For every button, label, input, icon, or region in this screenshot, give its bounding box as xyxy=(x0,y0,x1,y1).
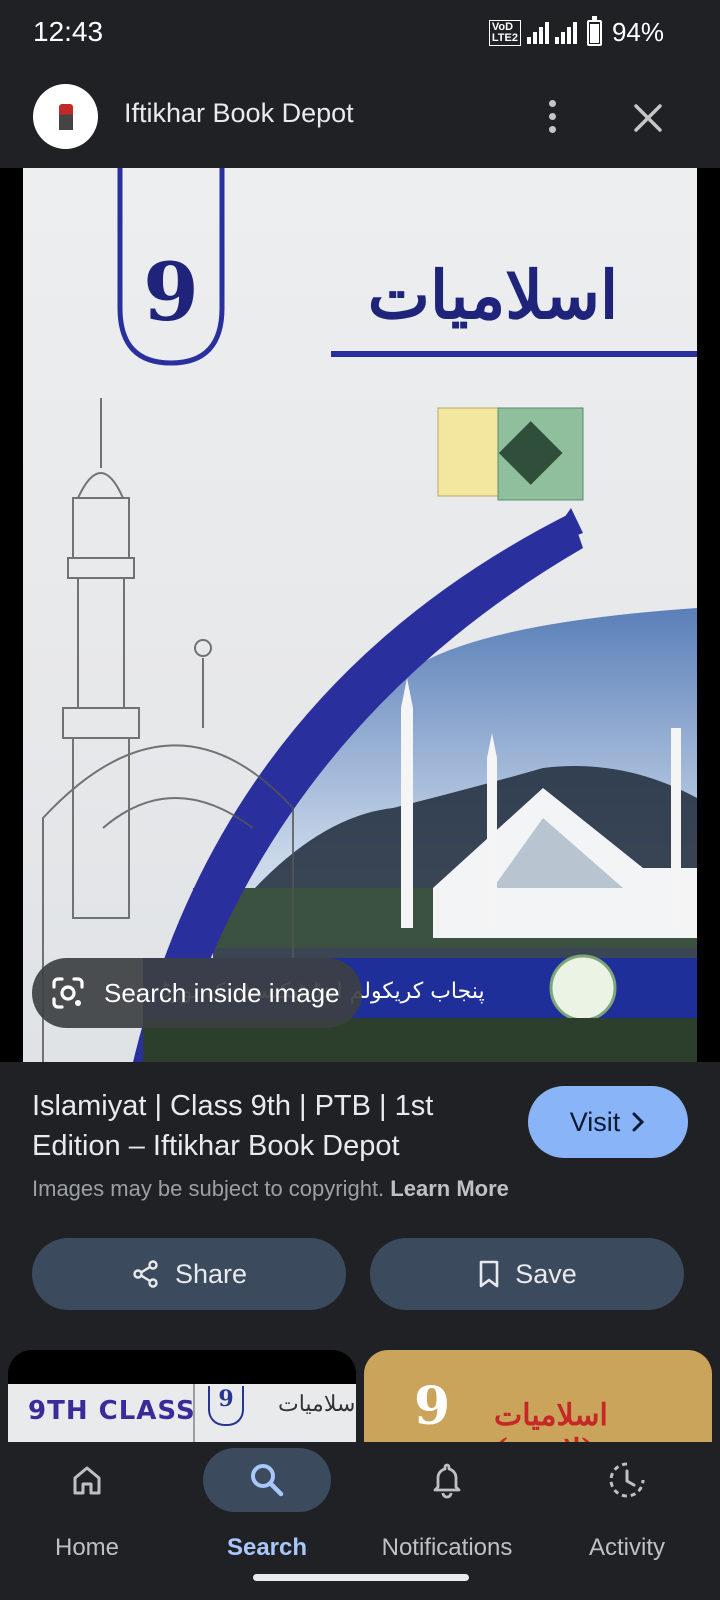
bookmark-icon xyxy=(479,1260,499,1288)
battery-percent: 94% xyxy=(611,17,664,47)
home-icon xyxy=(73,1466,101,1495)
thumb-label: 9TH CLASS xyxy=(28,1396,196,1426)
activity-icon xyxy=(609,1462,645,1498)
book-cover-image: 9 اسلامیات پنجاب کریکولم xyxy=(23,168,697,1062)
nav-activity-label: Activity xyxy=(588,1534,665,1561)
more-vert-icon[interactable] xyxy=(535,92,569,140)
book-cover-art: 9 اسلامیات پنجاب کریکولم xyxy=(42,168,697,1062)
signal-icon xyxy=(526,21,549,44)
result-title[interactable]: Islamiyat | Class 9th | PTB | 1st Editio… xyxy=(32,1086,492,1166)
save-label: Save xyxy=(515,1258,577,1289)
save-button[interactable]: Save xyxy=(370,1238,684,1310)
search-inside-image-button[interactable]: Search inside image xyxy=(32,958,362,1028)
learn-more-link[interactable]: Learn More xyxy=(390,1176,509,1201)
related-image-1[interactable]: 9TH CLASS 9 اسلامیات xyxy=(8,1350,356,1442)
status-time: 12:43 xyxy=(33,16,104,47)
related-image-2[interactable]: 9 اسلامیات (لازمی) xyxy=(364,1350,712,1442)
cover-number: 9 xyxy=(143,245,199,339)
thumb-urdu: اسلامیات xyxy=(278,1392,356,1417)
nav-notifications[interactable]: Notifications xyxy=(360,1442,540,1572)
share-icon xyxy=(133,1260,158,1288)
nav-notifications-label: Notifications xyxy=(381,1534,513,1561)
bell-icon xyxy=(433,1463,461,1499)
close-icon xyxy=(634,104,662,132)
header: Iftikhar Book Depot xyxy=(0,66,720,168)
volte-badge: VoD LTE2 xyxy=(488,19,521,46)
status-indicators: VoD LTE2 94% xyxy=(488,15,664,48)
close-button[interactable] xyxy=(624,94,672,142)
site-title[interactable]: Iftikhar Book Depot xyxy=(124,98,354,129)
site-avatar[interactable] xyxy=(33,84,98,149)
google-lens-icon xyxy=(52,977,84,1009)
copyright-notice: Images may be subject to copyright. Lear… xyxy=(32,1176,509,1202)
cover-title: اسلامیات xyxy=(368,256,619,334)
battery-icon xyxy=(586,15,602,46)
visit-button[interactable]: Visit xyxy=(528,1086,688,1158)
share-label: Share xyxy=(174,1258,248,1289)
search-icon xyxy=(251,1464,284,1497)
nav-search[interactable]: Search xyxy=(180,1442,360,1572)
thumb-number: 9 xyxy=(208,1386,244,1426)
chevron-right-icon xyxy=(632,1112,645,1132)
nav-search-label: Search xyxy=(226,1534,308,1561)
visit-label: Visit xyxy=(569,1106,621,1137)
thumb-number-2: 9 xyxy=(414,1376,451,1437)
signal-icon-2 xyxy=(554,21,577,44)
share-button[interactable]: Share xyxy=(32,1238,346,1310)
site-logo-icon xyxy=(58,103,73,130)
status-bar: 12:43 VoD LTE2 94% xyxy=(0,0,720,66)
image-viewer[interactable]: 9 اسلامیات پنجاب کریکولم Search inside i… xyxy=(0,168,720,1062)
nav-home[interactable]: Home xyxy=(0,1442,180,1572)
copyright-text: Images may be subject to copyright. xyxy=(32,1176,385,1201)
gesture-handle[interactable] xyxy=(253,1574,469,1581)
search-inside-image-label: Search inside image xyxy=(104,977,340,1008)
nav-activity[interactable]: Activity xyxy=(540,1442,720,1572)
nav-home-label: Home xyxy=(54,1534,120,1561)
thumb-urdu-2: اسلامیات (لازمی) xyxy=(494,1398,608,1442)
